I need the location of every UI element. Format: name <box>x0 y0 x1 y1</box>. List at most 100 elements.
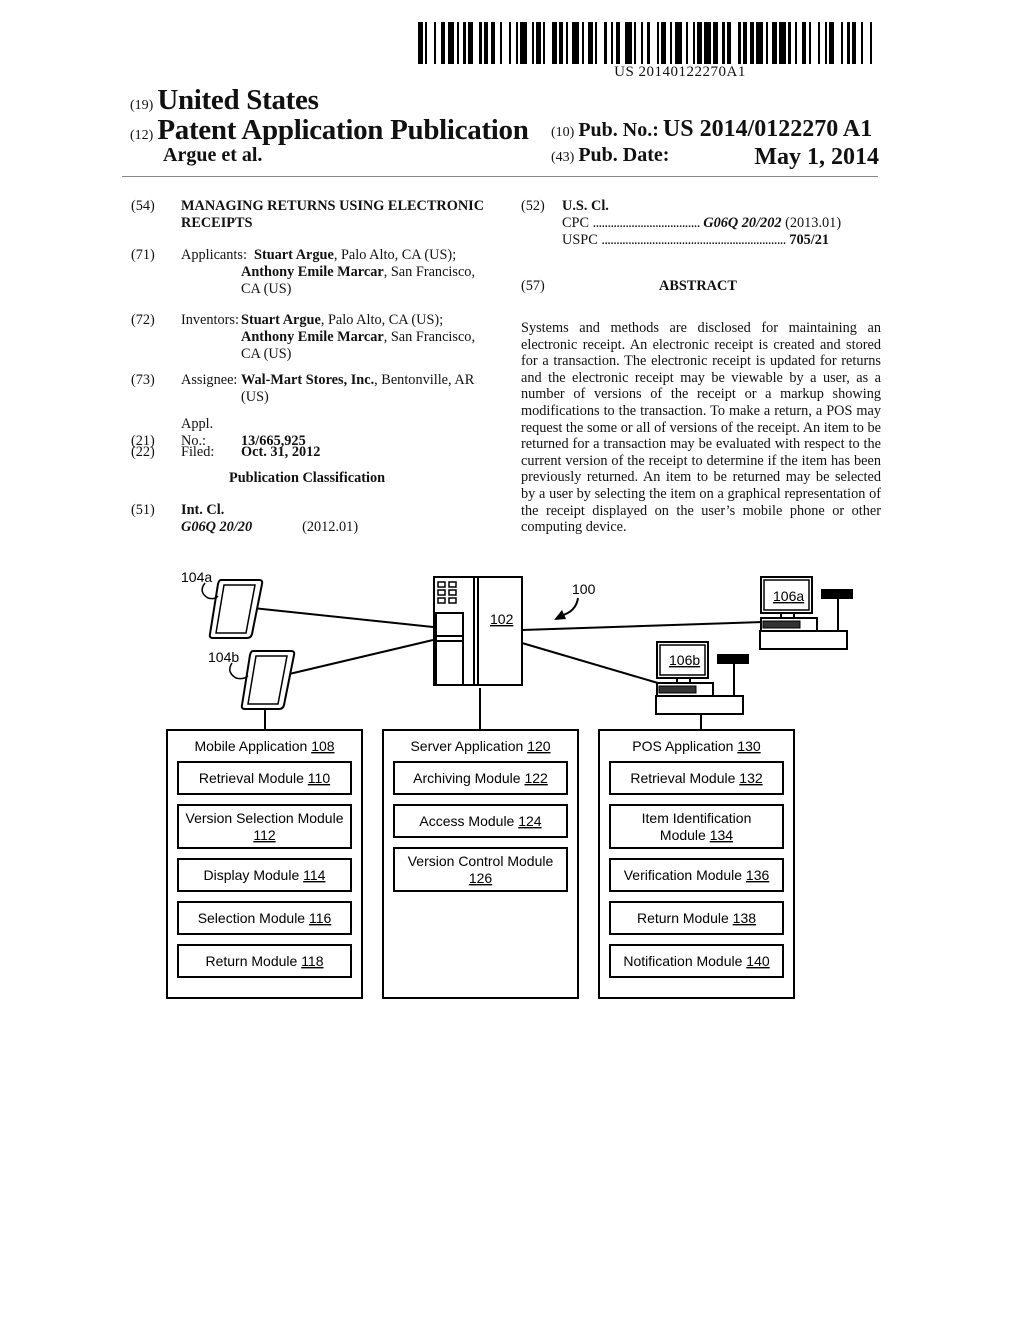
applicant-location: , San Francisco, <box>383 264 476 280</box>
filed-date: Oct. 31, 2012 <box>241 444 321 460</box>
pub-date-tag: (43) <box>551 150 575 165</box>
country-line: (19) United States <box>130 84 319 117</box>
label-106a: 106a <box>773 588 804 604</box>
doc-type-tag: (12) <box>130 128 154 143</box>
module-label: Verification Module 136 <box>624 867 770 883</box>
abstract-tag: (57) <box>521 278 545 294</box>
module-box: Retrieval Module 110 <box>177 761 352 795</box>
applicants-label: Applicants: <box>181 247 247 263</box>
module-box: Retrieval Module 132 <box>609 761 784 795</box>
field-tag: (22) <box>131 444 155 460</box>
system-diagram: 104a 104b 102 100 106a 106b Mobile Appli… <box>166 569 853 999</box>
doc-type: Patent Application Publication <box>157 114 529 146</box>
assignee-location: (US) <box>241 389 269 405</box>
module-box: Version Control Module126 <box>393 847 568 892</box>
module-label: Return Module 118 <box>205 953 323 969</box>
pub-no: US 2014/0122270 A1 <box>662 116 873 142</box>
label-100: 100 <box>572 581 596 597</box>
int-cl-label: Int. Cl. <box>181 502 225 518</box>
leader-dots: .................................... <box>592 215 701 231</box>
cpc-version: (2013.01) <box>785 215 842 231</box>
leader-104b <box>229 662 249 680</box>
module-label: Access Module 124 <box>419 813 541 829</box>
barcode-space <box>731 22 739 64</box>
module-label: Version Selection Module <box>186 810 344 826</box>
module-label: Retrieval Module 110 <box>199 770 330 786</box>
module-box: Return Module 118 <box>177 944 352 978</box>
int-cl-version: (2012.01) <box>302 519 359 535</box>
pub-no-label: Pub. No.: <box>578 119 659 141</box>
barcode-bar <box>447 22 455 64</box>
link-104a-server <box>252 607 434 628</box>
int-cl-code: G06Q 20/20 <box>181 519 253 535</box>
app-box-pos-application: POS Application 130 Retrieval Module 132 I… <box>598 729 795 999</box>
inventors-field: (72) Inventors: Stuart Argue, Palo Alto, C… <box>131 312 511 363</box>
app-title: Server Application 120 <box>410 738 550 754</box>
barcode-bar <box>779 22 787 64</box>
inventor-location: CA (US) <box>241 346 292 362</box>
title-line1: MANAGING RETURNS USING ELECTRONIC <box>181 198 485 214</box>
country: United States <box>157 84 319 116</box>
pub-class-heading: Publication Classification <box>229 470 386 486</box>
label-102: 102 <box>490 611 514 627</box>
us-cl-label: U.S. Cl. <box>562 198 609 214</box>
header-divider <box>122 176 878 177</box>
barcode-space <box>872 22 875 64</box>
assignee-name: Wal-Mart Stores, Inc. <box>241 372 375 388</box>
barcode-space <box>472 22 480 64</box>
applicant-name: Anthony Emile Marcar <box>241 264 384 280</box>
module-box: Access Module 124 <box>393 804 568 838</box>
uspc-label: USPC <box>562 232 598 248</box>
us-cl-field: (52) U.S. Cl. CPC .......................… <box>521 198 881 249</box>
app-title: Mobile Application 108 <box>194 738 334 754</box>
module-label: Return Module 138 <box>637 910 756 926</box>
pub-date-line: (43) Pub. Date: May 1, 2014 <box>551 144 879 170</box>
barcode-bar <box>674 22 682 64</box>
barcode-space <box>649 22 657 64</box>
barcode-space <box>502 22 509 64</box>
module-label: Module 134 <box>660 827 733 843</box>
field-tag: (73) <box>131 372 155 388</box>
pub-date: May 1, 2014 <box>754 144 879 170</box>
app-box-server-application: Server Application 120 Archiving Module 1… <box>382 729 579 999</box>
abstract-text: Systems and methods are disclosed for ma… <box>521 320 881 536</box>
module-label: Item Identification <box>642 810 752 826</box>
cpc-code: G06Q 20/202 <box>703 215 782 231</box>
label-106b: 106b <box>669 652 700 668</box>
inventor-name: Stuart Argue <box>241 312 321 328</box>
assignee-location: , Bentonville, AR <box>374 372 475 388</box>
tablet-104a-icon <box>208 579 264 639</box>
barcode-space <box>863 22 871 64</box>
country-tag: (19) <box>130 98 154 113</box>
barcode-space <box>833 22 841 64</box>
leader-dots: ........................................… <box>601 232 786 248</box>
pub-no-tag: (10) <box>551 125 575 140</box>
module-box: Item IdentificationModule 134 <box>609 804 784 849</box>
assignee-field: (73) Assignee: Wal-Mart Stores, Inc., Bent… <box>131 372 511 406</box>
field-tag: (51) <box>131 502 155 518</box>
applicant-location: CA (US) <box>241 281 292 297</box>
inventors-label: Inventors: <box>181 312 239 328</box>
module-label: Notification Module 140 <box>623 953 770 969</box>
barcode-bar <box>756 22 764 64</box>
module-ref: 126 <box>469 870 493 886</box>
module-box: Version Selection Module112 <box>177 804 352 849</box>
field-tag: (52) <box>521 198 545 214</box>
label-104a: 104a <box>181 569 212 585</box>
module-label: Archiving Module 122 <box>413 770 548 786</box>
inventor-name: Anthony Emile Marcar <box>241 329 384 345</box>
barcode-space <box>545 22 553 64</box>
int-cl-field: (51) Int. Cl. G06Q 20/20 (2012.01) <box>131 502 511 536</box>
authors: Argue et al. <box>163 144 263 166</box>
app-box-mobile-application: Mobile Application 108 Retrieval Module 1… <box>166 729 363 999</box>
module-box: Notification Module 140 <box>609 944 784 978</box>
module-box: Selection Module 116 <box>177 901 352 935</box>
module-box: Display Module 114 <box>177 858 352 892</box>
abstract-heading: ABSTRACT <box>659 278 737 294</box>
link-server-106a <box>521 621 764 631</box>
pub-date-label: Pub. Date: <box>578 144 670 166</box>
tablet-104b-icon <box>240 650 296 710</box>
field-tag: (71) <box>131 247 155 263</box>
applicant-location: , Palo Alto, CA (US); <box>333 247 457 263</box>
assignee-label: Assignee: <box>181 372 238 388</box>
